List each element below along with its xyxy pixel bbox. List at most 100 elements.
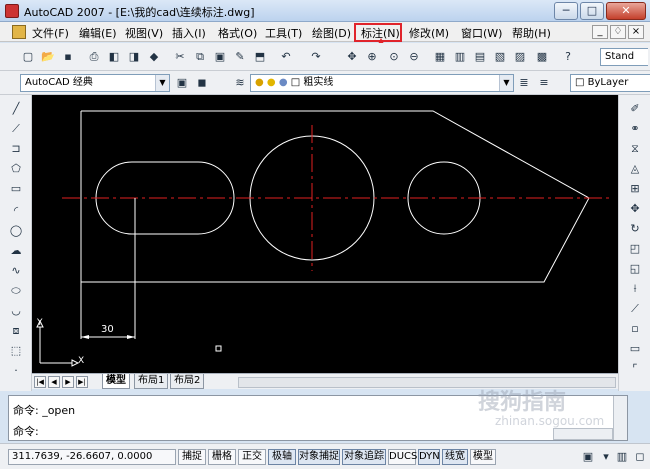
break-icon[interactable]: ▫ (627, 321, 643, 337)
circle-icon[interactable]: ◯ (8, 223, 24, 239)
workspace-combo[interactable]: AutoCAD 经典 ▼ (20, 74, 170, 92)
block-editor-icon[interactable]: ⬒ (252, 49, 268, 65)
polyline-icon[interactable]: ⊐ (8, 141, 24, 157)
rectangle-icon[interactable]: ▭ (8, 181, 24, 197)
ortho-toggle[interactable]: 正交 (238, 449, 266, 465)
mdi-minimize-button[interactable]: _ (592, 25, 608, 39)
dyn-toggle[interactable]: DYN (418, 449, 440, 465)
grid-toggle[interactable]: 栅格 (208, 449, 236, 465)
trim-icon[interactable]: ⟊ (627, 281, 643, 297)
polar-toggle[interactable]: 极轴 (268, 449, 296, 465)
sheet-set-icon[interactable]: ▧ (492, 49, 508, 65)
menu-draw[interactable]: 绘图(D) (312, 25, 351, 41)
match-properties-icon[interactable]: ✎ (232, 49, 248, 65)
print-icon[interactable]: ⎙ (86, 49, 102, 65)
spline-icon[interactable]: ∿ (8, 263, 24, 279)
zoom-previous-icon[interactable]: ⊖ (406, 49, 422, 65)
offset-icon[interactable]: ◬ (627, 161, 643, 177)
drawing-area[interactable]: 30 Y X (32, 95, 618, 373)
menu-file[interactable]: 文件(F) (32, 25, 69, 41)
markup-icon[interactable]: ▨ (512, 49, 528, 65)
menu-tools[interactable]: 工具(T) (265, 25, 302, 41)
otrack-toggle[interactable]: 对象追踪 (342, 449, 386, 465)
construction-line-icon[interactable]: ⟋ (8, 121, 24, 137)
revision-cloud-icon[interactable]: ☁ (8, 243, 24, 259)
tab-layout1[interactable]: 布局1 (134, 374, 169, 389)
ellipse-icon[interactable]: ⬭ (8, 283, 24, 299)
tab-model[interactable]: 模型 (102, 374, 130, 389)
model-space-toggle[interactable]: 模型 (470, 449, 496, 465)
osnap-toggle[interactable]: 对象捕捉 (298, 449, 340, 465)
clean-screen-icon[interactable]: ◻ (632, 449, 648, 465)
menu-modify[interactable]: 修改(M) (409, 25, 449, 41)
document-icon[interactable] (12, 25, 26, 39)
layer-previous-icon[interactable]: ≡ (536, 75, 552, 91)
ellipse-arc-icon[interactable]: ◡ (8, 303, 24, 319)
point-icon[interactable]: · (8, 363, 24, 379)
rotate-icon[interactable]: ↻ (627, 221, 643, 237)
undo-icon[interactable]: ↶ (278, 49, 294, 65)
move-icon[interactable]: ✥ (627, 201, 643, 217)
chamfer-icon[interactable]: ⌜ (627, 361, 643, 377)
workspace-settings-icon[interactable]: ▣ (174, 75, 190, 91)
make-block-icon[interactable]: ⬚ (8, 343, 24, 359)
new-file-icon[interactable]: ▢ (20, 49, 36, 65)
properties-icon[interactable]: ▦ (432, 49, 448, 65)
open-file-icon[interactable]: 📂 (40, 49, 56, 65)
insert-block-icon[interactable]: ⧈ (8, 323, 24, 339)
mdi-restore-button[interactable]: ♢ (610, 25, 626, 39)
calculator-icon[interactable]: ▩ (534, 49, 550, 65)
arc-icon[interactable]: ◜ (8, 203, 24, 219)
mdi-close-button[interactable]: × (628, 25, 644, 39)
copy-icon[interactable]: ⧉ (192, 49, 208, 65)
last-tab-button[interactable]: ▶| (76, 376, 88, 388)
menu-view[interactable]: 视图(V) (125, 25, 163, 41)
layer-manager-icon[interactable]: ≋ (232, 75, 248, 91)
tray-menu-arrow-icon[interactable]: ▾ (598, 449, 614, 465)
zoom-realtime-icon[interactable]: ⊕ (364, 49, 380, 65)
tray-comm-icon[interactable]: ▥ (614, 449, 630, 465)
array-icon[interactable]: ⊞ (627, 181, 643, 197)
command-scrollbar[interactable] (613, 396, 627, 440)
menu-help[interactable]: 帮助(H) (512, 25, 551, 41)
menu-format[interactable]: 格式(O) (218, 25, 257, 41)
coordinate-readout[interactable]: 311.7639, -26.6607, 0.0000 (8, 449, 176, 465)
zoom-window-icon[interactable]: ⊙ (386, 49, 402, 65)
cut-icon[interactable]: ✂ (172, 49, 188, 65)
help-icon[interactable]: ? (560, 49, 576, 65)
layer-combo[interactable]: ● ● ● □ 粗实线 ▼ (250, 74, 514, 92)
join-icon[interactable]: ▭ (627, 341, 643, 357)
first-tab-button[interactable]: |◀ (34, 376, 46, 388)
erase-icon[interactable]: ✐ (627, 101, 643, 117)
command-prompt[interactable]: 命令: (13, 423, 39, 439)
redo-icon[interactable]: ↷ (308, 49, 324, 65)
workspace-save-icon[interactable]: ◼ (194, 75, 210, 91)
tab-layout2[interactable]: 布局2 (170, 374, 205, 389)
close-button[interactable]: ✕ (606, 2, 646, 20)
paste-icon[interactable]: ▣ (212, 49, 228, 65)
menu-window[interactable]: 窗口(W) (461, 25, 502, 41)
stretch-icon[interactable]: ◱ (627, 261, 643, 277)
3d-dwf-icon[interactable]: ◆ (146, 49, 162, 65)
command-horizontal-scrollbar[interactable] (553, 428, 613, 440)
tray-lock-icon[interactable]: ▣ (580, 449, 596, 465)
extend-icon[interactable]: ⟋ (627, 301, 643, 317)
tool-palettes-icon[interactable]: ▤ (472, 49, 488, 65)
autocad-app-icon[interactable] (5, 4, 19, 18)
color-combo[interactable]: □ ByLayer (570, 74, 650, 92)
pan-icon[interactable]: ✥ (344, 49, 360, 65)
copy-object-icon[interactable]: ⚭ (627, 121, 643, 137)
previous-tab-button[interactable]: ◀ (48, 376, 60, 388)
mirror-icon[interactable]: ⧖ (627, 141, 643, 157)
text-style-combo[interactable]: Stand (600, 48, 648, 66)
lineweight-toggle[interactable]: 线宽 (442, 449, 468, 465)
print-preview-icon[interactable]: ◧ (106, 49, 122, 65)
maximize-button[interactable]: □ (580, 2, 604, 20)
design-center-icon[interactable]: ▥ (452, 49, 468, 65)
polygon-icon[interactable]: ⬠ (8, 161, 24, 177)
scale-icon[interactable]: ◰ (627, 241, 643, 257)
make-current-layer-icon[interactable]: ≣ (516, 75, 532, 91)
menu-insert[interactable]: 插入(I) (172, 25, 206, 41)
line-icon[interactable]: ╱ (8, 101, 24, 117)
publish-icon[interactable]: ◨ (126, 49, 142, 65)
